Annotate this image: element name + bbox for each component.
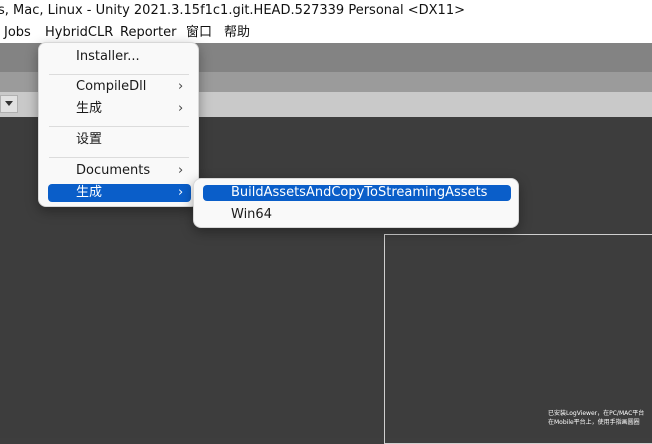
submenu-arrow-icon: › [178, 185, 184, 200]
menu-help[interactable]: 帮助 [224, 22, 250, 43]
submenu-item-win64[interactable]: Win64 [231, 206, 272, 224]
dropdown-button[interactable] [0, 95, 18, 113]
overlay-line-1: 已安装LogViewer，在PC/MAC平台 [548, 410, 645, 417]
menu-hybridclr[interactable]: HybridCLR [45, 22, 113, 43]
menu-item-compiledll[interactable]: CompileDll [76, 78, 146, 96]
menu-item-generate-active[interactable]: 生成 › [48, 184, 191, 202]
chevron-down-icon [5, 101, 13, 106]
menu-separator [49, 74, 189, 75]
overlay-line-2: 在Mobile平台上，使用手指画圆圈 [548, 419, 640, 426]
submenu-arrow-icon: › [178, 101, 184, 116]
submenu-item-buildassets[interactable]: BuildAssetsAndCopyToStreamingAssets [203, 185, 511, 201]
menu-item-installer[interactable]: Installer... [76, 48, 140, 66]
hybridclr-menu: Installer... CompileDll › 生成 › 设置 Docume… [38, 42, 199, 207]
submenu-item-buildassets-label: BuildAssetsAndCopyToStreamingAssets [231, 185, 488, 200]
menu-separator [49, 126, 189, 127]
logviewer-overlay: 已安装LogViewer，在PC/MAC平台 在Mobile平台上，使用手指画圆… [548, 409, 644, 427]
generate-submenu: BuildAssetsAndCopyToStreamingAssets Win6… [193, 178, 519, 228]
menu-item-documents[interactable]: Documents [76, 162, 150, 180]
menubar: Jobs HybridCLR Reporter 窗口 帮助 [0, 22, 652, 43]
window-titlebar: s, Mac, Linux - Unity 2021.3.15f1c1.git.… [0, 0, 652, 22]
submenu-arrow-icon: › [178, 79, 184, 94]
menu-item-settings[interactable]: 设置 [76, 131, 102, 149]
menu-item-generate[interactable]: 生成 [76, 100, 102, 118]
submenu-arrow-icon: › [178, 163, 184, 178]
window-title: s, Mac, Linux - Unity 2021.3.15f1c1.git.… [0, 3, 465, 18]
menu-window[interactable]: 窗口 [186, 22, 212, 43]
menu-reporter[interactable]: Reporter [120, 22, 176, 43]
menu-item-generate-active-label: 生成 [76, 185, 103, 200]
menu-jobs[interactable]: Jobs [4, 22, 31, 43]
menu-separator [49, 157, 189, 158]
